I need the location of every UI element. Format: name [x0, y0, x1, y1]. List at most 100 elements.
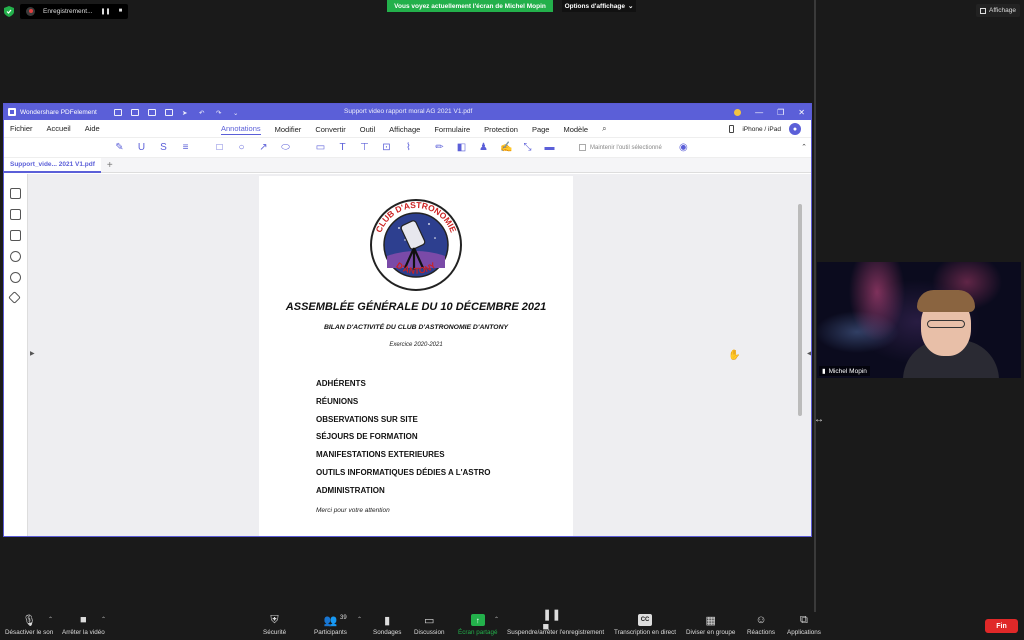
search-panel-icon[interactable] — [10, 272, 21, 283]
stop-video-button[interactable]: ■ Arrêter la vidéo — [62, 614, 105, 636]
textbox-icon[interactable]: ⊤ — [359, 142, 370, 153]
redo-icon[interactable]: ↷ — [216, 109, 224, 117]
highlight-icon[interactable]: ✎ — [114, 142, 125, 153]
vertical-scrollbar[interactable] — [798, 204, 802, 416]
apps-button[interactable]: ⧉ Applications — [787, 614, 821, 637]
phone-icon — [729, 125, 735, 133]
share-options-caret[interactable]: ⌃ — [494, 616, 499, 623]
strikethrough-icon[interactable]: S — [158, 142, 169, 153]
recording-label: Enregistrement... — [43, 7, 93, 15]
reactions-button[interactable]: ☺ Réactions — [747, 614, 775, 636]
pdf-menubar: Fichier Accueil Aide Annotations Modifie… — [4, 120, 811, 138]
tab-formulaire[interactable]: Formulaire — [434, 125, 470, 134]
search-icon[interactable]: ⌕ — [602, 124, 606, 134]
line-style-icon[interactable]: ▬ — [544, 142, 555, 153]
menu-accueil[interactable]: Accueil — [47, 124, 71, 133]
keep-tool-checkbox[interactable] — [579, 144, 586, 151]
meeting-controls: 🎙 Désactiver le son ⌃ ■ Arrêter la vidéo… — [0, 609, 1024, 640]
save-icon[interactable] — [131, 108, 139, 116]
mute-button[interactable]: 🎙 Désactiver le son — [5, 614, 53, 637]
agenda-item: SÉJOURS DE FORMATION — [316, 432, 418, 442]
close-icon[interactable]: ✕ — [798, 108, 805, 117]
circle-icon[interactable]: ○ — [236, 142, 247, 153]
signature-icon[interactable]: ✍ — [500, 142, 512, 153]
account-avatar[interactable]: ● — [789, 123, 801, 135]
participants-options-caret[interactable]: ⌃ — [357, 616, 362, 623]
device-link[interactable]: iPhone / iPad — [742, 126, 781, 133]
menu-aide[interactable]: Aide — [85, 124, 100, 133]
camera-icon: ■ — [80, 614, 87, 626]
stop-recording-button[interactable]: ■ — [119, 8, 123, 14]
measure-icon[interactable]: ⤡ — [522, 142, 533, 153]
view-options-button[interactable]: Options d'affichage ⌄ — [562, 0, 636, 12]
menu-fichier[interactable]: Fichier — [10, 124, 33, 133]
list-icon[interactable]: ≡ — [180, 142, 191, 153]
text-icon[interactable]: T — [337, 142, 348, 153]
signal-icon: ▮ — [822, 368, 826, 375]
tab-convertir[interactable]: Convertir — [315, 125, 345, 134]
bookmark-icon[interactable] — [10, 209, 21, 220]
folder-icon[interactable] — [114, 108, 122, 116]
shapes-more-icon[interactable]: ⬭ — [280, 142, 291, 153]
pause-recording-button[interactable]: ❚❚ — [101, 8, 111, 15]
app-label: Wondershare PDFelement — [4, 108, 114, 116]
end-meeting-button[interactable]: Fin — [985, 619, 1018, 633]
pencil-icon[interactable]: ✏ — [434, 142, 445, 153]
tab-affichage[interactable]: Affichage — [389, 125, 420, 134]
document-tab[interactable]: Support_vide... 2021 V1.pdf — [4, 157, 101, 173]
audio-options-caret[interactable]: ⌃ — [48, 616, 53, 623]
polls-button[interactable]: ▮ Sondages — [373, 614, 401, 637]
tab-annotations[interactable]: Annotations — [221, 124, 261, 135]
stamp-icon[interactable]: ♟ — [478, 142, 489, 153]
send-icon[interactable]: ➤ — [182, 109, 190, 117]
comment-icon[interactable]: ▭ — [315, 142, 326, 153]
minimize-icon[interactable]: — — [755, 108, 763, 117]
eye-icon[interactable]: ◉ — [679, 142, 688, 153]
transcription-button[interactable]: CC Transcription en direct — [614, 614, 676, 636]
tab-modele[interactable]: Modèle — [563, 125, 588, 134]
share-banner: Vous voyez actuellement l'écran de Miche… — [387, 0, 553, 12]
video-options-caret[interactable]: ⌃ — [101, 616, 106, 623]
comments-icon[interactable] — [10, 230, 21, 241]
rectangle-icon[interactable]: □ — [214, 142, 225, 153]
shield-icon — [4, 5, 14, 17]
app-name: Wondershare PDFelement — [20, 108, 97, 116]
arrow-icon[interactable]: ↗ — [258, 142, 269, 153]
participant-video[interactable]: ▮ Michel Mopin — [817, 262, 1021, 378]
breakout-button[interactable]: ▦ Diviser en groupe — [686, 614, 735, 637]
tab-page[interactable]: Page — [532, 125, 550, 134]
theme-icon[interactable] — [734, 108, 742, 116]
view-options-label: Options d'affichage — [564, 2, 625, 10]
layers-icon[interactable] — [8, 291, 21, 304]
underline-icon[interactable]: U — [136, 142, 147, 153]
undo-icon[interactable]: ↶ — [199, 109, 207, 117]
tab-outil[interactable]: Outil — [360, 125, 375, 134]
left-sidebar — [4, 174, 28, 536]
expand-right-icon[interactable]: ◀ — [807, 350, 811, 357]
keep-tool-option[interactable]: Maintenir l'outil sélectionné — [579, 144, 662, 151]
tab-protection[interactable]: Protection — [484, 125, 518, 134]
collapse-ribbon-icon[interactable]: ⌃ — [801, 143, 807, 151]
chat-button[interactable]: ▭ Discussion — [414, 614, 444, 637]
share-screen-button[interactable]: ↑ Écran partagé — [458, 614, 498, 636]
security-button[interactable]: ⛨ Sécurité — [263, 613, 286, 637]
pages-icon[interactable] — [10, 188, 21, 199]
print-icon[interactable] — [165, 108, 173, 116]
mail-icon[interactable] — [148, 108, 156, 116]
attachment-icon[interactable]: ⌇ — [403, 142, 414, 153]
callout-icon[interactable]: ⊡ — [381, 142, 392, 153]
new-tab-button[interactable]: + — [101, 160, 113, 171]
restore-icon[interactable]: ❐ — [777, 108, 784, 117]
window-controls: — ❐ ✕ — [734, 104, 805, 120]
recording-control-button[interactable]: ❚❚ ■ Suspendre/arrêter l'enregistrement — [507, 609, 604, 637]
resize-arrow-icon[interactable]: ↔ — [814, 414, 824, 425]
customize-icon[interactable]: ⌄ — [233, 109, 241, 117]
participant-hair — [917, 290, 975, 312]
panel-divider[interactable] — [814, 0, 816, 612]
shield-icon: ⛨ — [270, 613, 279, 626]
tab-modifier[interactable]: Modifier — [275, 125, 302, 134]
eraser-icon[interactable]: ◧ — [456, 142, 467, 153]
view-layout-button[interactable]: Affichage — [976, 4, 1020, 17]
attachment-panel-icon[interactable] — [10, 251, 21, 262]
expand-left-icon[interactable]: ▶ — [30, 350, 35, 357]
